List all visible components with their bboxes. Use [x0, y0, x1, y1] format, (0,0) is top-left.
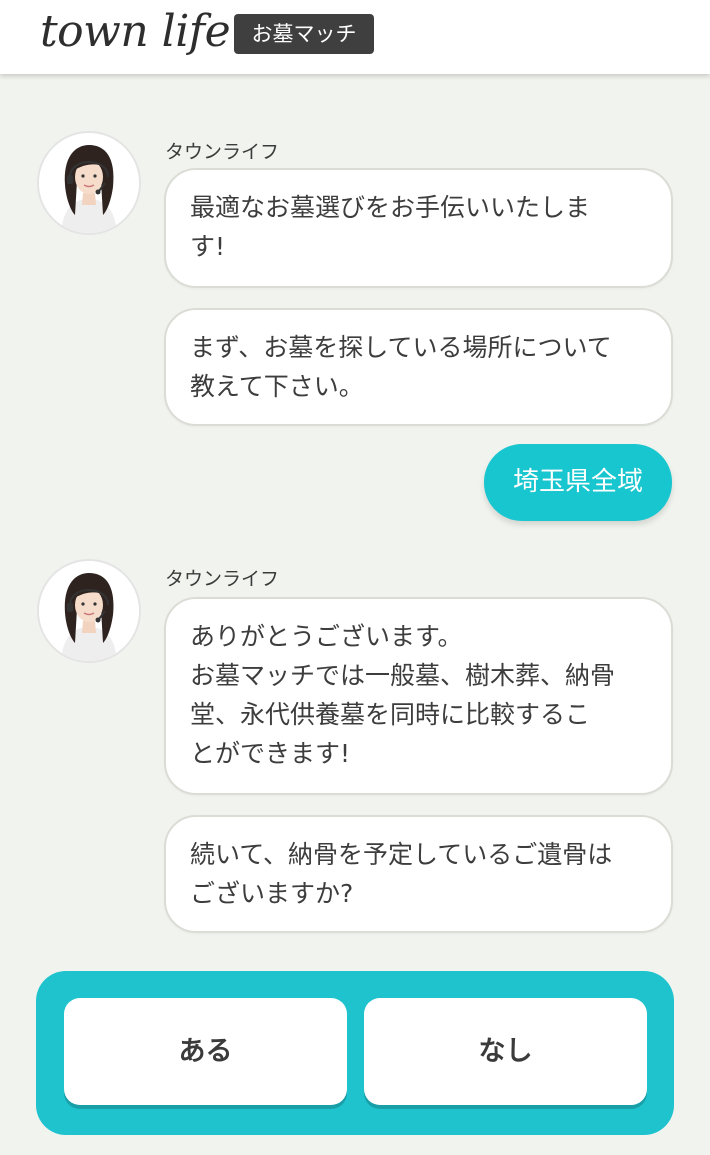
answer-no-button[interactable]: なし [364, 998, 647, 1105]
app-header: town life お墓マッチ [0, 0, 710, 74]
operator-avatar-icon [37, 131, 141, 235]
answer-yes-button[interactable]: ある [64, 998, 347, 1105]
operator-avatar-icon [37, 559, 141, 663]
sender-name: タウンライフ [165, 568, 280, 590]
operator-message-bubble: 最適なお墓選びをお手伝いいたしま す! [164, 168, 673, 288]
operator-message-bubble: ありがとうございます。 お墓マッチでは一般墓、樹木葬、納骨 堂、永代供養墓を同時… [164, 597, 673, 795]
service-badge: お墓マッチ [234, 14, 374, 54]
sender-name: タウンライフ [165, 141, 280, 163]
operator-message-bubble: まず、お墓を探している場所について 教えて下さい。 [164, 308, 673, 426]
answer-panel: ある なし [36, 971, 674, 1135]
operator-message-bubble: 続いて、納骨を予定しているご遺骨は ございますか? [164, 815, 673, 933]
user-reply-bubble: 埼玉県全域 [484, 444, 672, 521]
town-life-logo[interactable]: town life [40, 6, 231, 57]
